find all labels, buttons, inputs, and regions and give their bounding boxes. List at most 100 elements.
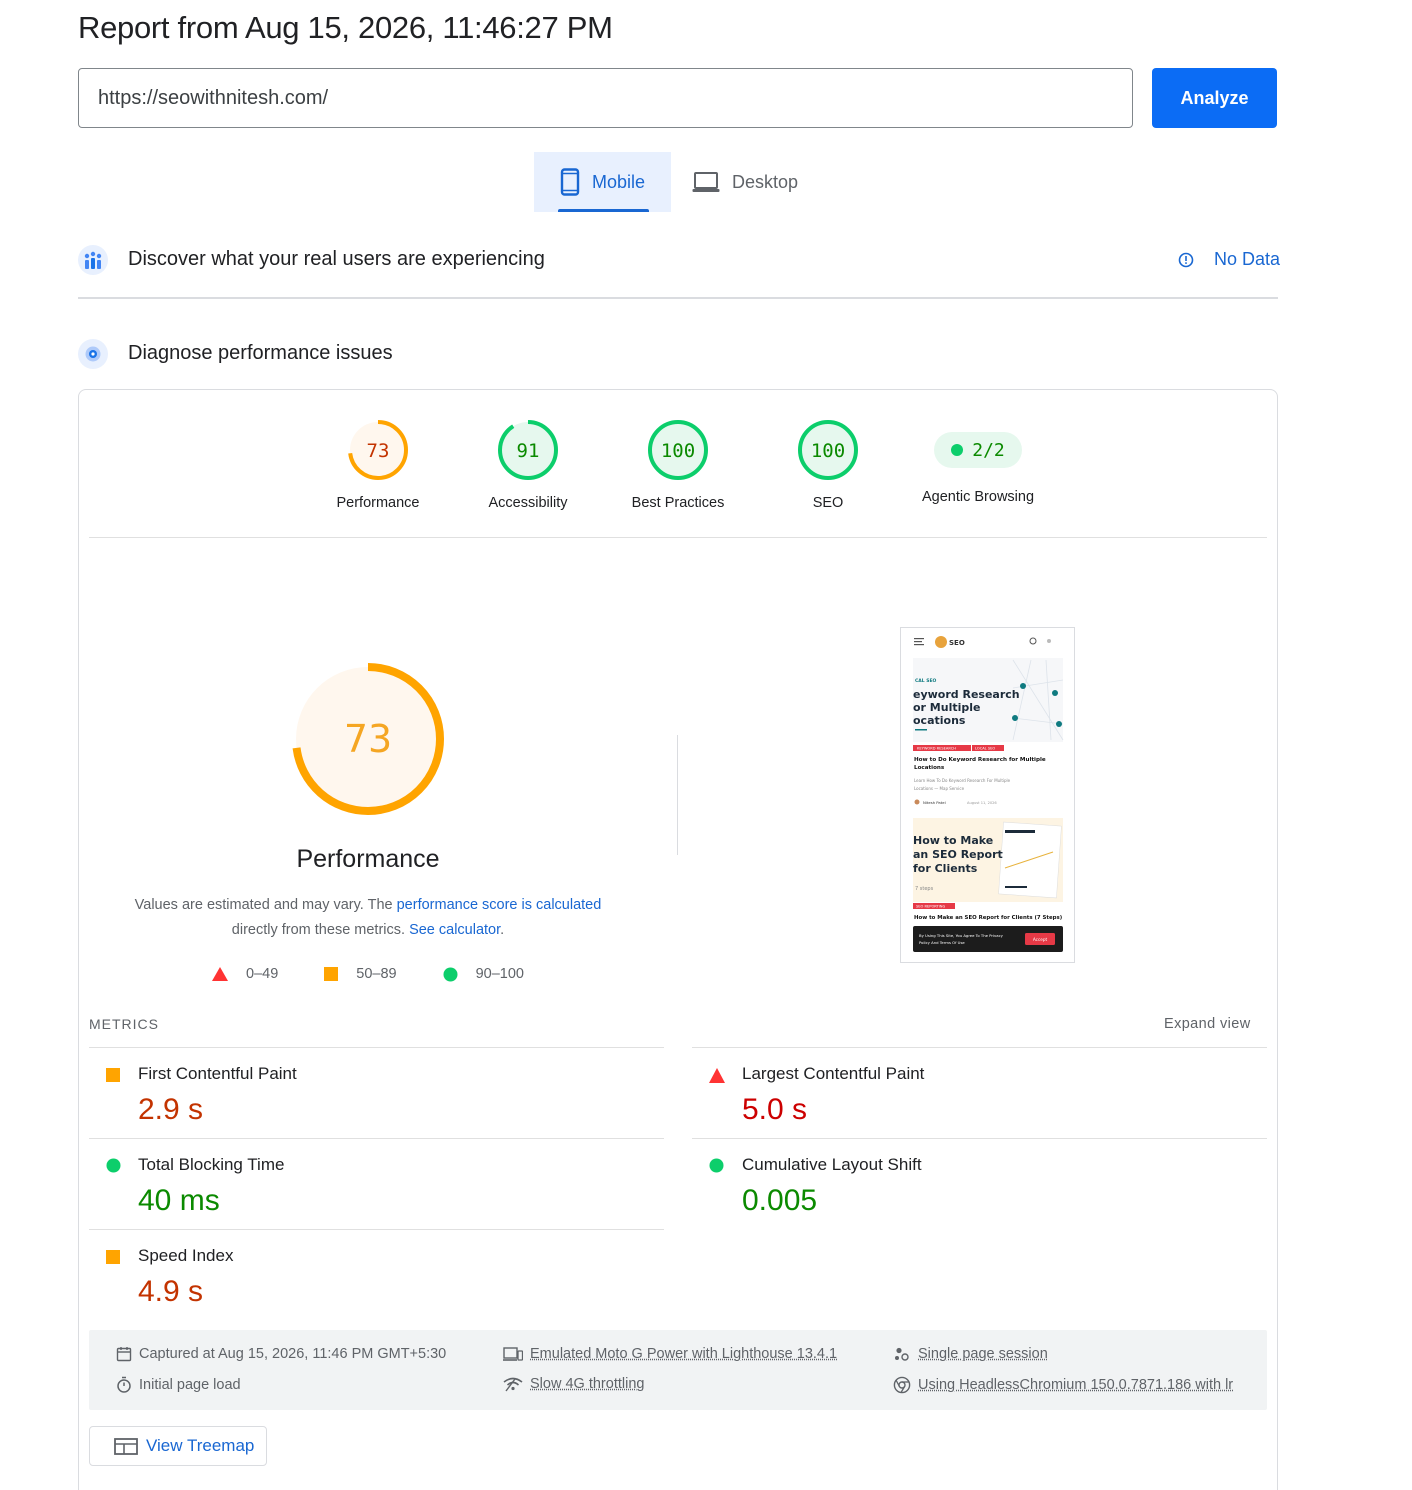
metrics-heading: METRICS [89, 1016, 159, 1032]
post1-desc-line1: Learn How To Do Keyword Research For Mul… [914, 778, 1011, 783]
info-session[interactable]: Single page session [893, 1346, 1048, 1362]
expand-view-toggle[interactable]: Expand view [1164, 1016, 1251, 1032]
legend-pass: 90–100 [443, 966, 524, 982]
hero2-line1: How to Make [913, 834, 993, 847]
circle-icon [443, 967, 458, 981]
agentic-score: 2/2 [972, 439, 1005, 461]
timer-icon [117, 1376, 131, 1393]
desc-text-2: directly from these metrics. [231, 922, 410, 938]
crux-icon [78, 245, 108, 275]
section-divider [78, 297, 1278, 299]
best-practices-gauge: 100 [648, 420, 708, 480]
load-text: Initial page load [139, 1376, 241, 1393]
post1-tag-a: KEYWORD RESEARCH [917, 747, 956, 751]
post1-tag-b: LOCAL SEO [975, 747, 995, 751]
tab-mobile[interactable]: Mobile [534, 152, 671, 212]
square-icon [106, 1250, 120, 1264]
hero1-line3: ocations [913, 714, 966, 727]
chrome-icon [893, 1376, 911, 1394]
best-practices-label: Best Practices [631, 495, 725, 511]
view-treemap-label: View Treemap [146, 1436, 255, 1455]
metric-value: 0.005 [742, 1184, 818, 1217]
metric-value: 4.9 s [138, 1275, 204, 1308]
post2-title: How to Make an SEO Report for Clients (7… [914, 915, 1062, 921]
post1-date: August 11, 2026 [967, 801, 997, 805]
category-performance[interactable]: 73 Performance [303, 418, 453, 511]
accessibility-gauge: 91 [498, 420, 558, 480]
metric-value: 40 ms [138, 1184, 220, 1217]
devices-icon [503, 1347, 523, 1361]
cookie-text-line1: By Using This Site, You Agree To The Pri… [919, 933, 1004, 938]
info-throttling[interactable]: Slow 4G throttling [503, 1376, 644, 1392]
hero1-line2: or Multiple [913, 701, 981, 714]
info-device[interactable]: Emulated Moto G Power with Lighthouse 13… [503, 1346, 837, 1362]
info-browser[interactable]: Using HeadlessChromium 150.0.7871.186 wi… [893, 1376, 1243, 1394]
desc-text-3: . [500, 922, 505, 938]
site-logo-icon [935, 636, 947, 648]
analyze-button[interactable]: Analyze [1152, 68, 1277, 128]
legend-fail: 0–49 [212, 966, 278, 982]
hero1-line1: eyword Research [913, 688, 1020, 701]
score-legend: 0–49 50–89 90–100 [212, 966, 570, 982]
accessibility-score: 91 [517, 440, 540, 462]
metric-name: Total Blocking Time [138, 1155, 285, 1174]
triangle-icon [709, 1068, 725, 1083]
category-agentic-browsing[interactable]: 2/2 Agentic Browsing [903, 418, 1053, 505]
post1-author: Nitesh Patel [923, 800, 946, 805]
post2-tag: SEO REPORTING [916, 905, 945, 909]
metric-cls: Cumulative Layout Shift 0.005 [692, 1138, 1267, 1229]
category-seo[interactable]: 100 SEO [753, 418, 903, 511]
see-calculator-link[interactable]: See calculator [409, 922, 500, 938]
final-screenshot[interactable]: SEO CAL SEO eyword Research or Multiple … [900, 627, 1075, 963]
report-title: Report from Aug 15, 2026, 11:46:27 PM [78, 10, 613, 45]
category-accessibility[interactable]: 91 Accessibility [453, 418, 603, 511]
wifi-icon [503, 1377, 523, 1392]
metric-name: Cumulative Layout Shift [742, 1155, 922, 1174]
seo-label: SEO [812, 495, 844, 511]
circle-icon [106, 1158, 121, 1173]
agentic-label: Agentic Browsing [921, 489, 1035, 505]
info-captured: Captured at Aug 15, 2026, 11:46 PM GMT+5… [116, 1346, 446, 1362]
metric-lcp: Largest Contentful Paint 5.0 s [692, 1047, 1267, 1138]
info-icon [1178, 252, 1194, 267]
site-logo-text: SEO [949, 639, 965, 647]
url-input[interactable] [78, 68, 1133, 128]
performance-main-score: 73 [344, 717, 392, 761]
hero2-line3: for Clients [913, 862, 978, 875]
view-treemap-button[interactable]: View Treemap [89, 1426, 267, 1466]
metric-value: 5.0 s [742, 1093, 808, 1126]
tab-desktop[interactable]: Desktop [692, 152, 832, 212]
lab-data-title: Diagnose performance issues [128, 342, 393, 364]
performance-main-title: Performance [296, 845, 440, 873]
score-calculated-link[interactable]: performance score is calculated [397, 897, 602, 913]
post1-desc-line2: Locations — Map Service [914, 786, 965, 791]
throttling-text: Slow 4G throttling [530, 1376, 645, 1392]
no-data-link[interactable]: No Data [1178, 249, 1280, 270]
captured-text: Captured at Aug 15, 2026, 11:46 PM GMT+5… [139, 1346, 447, 1362]
triangle-icon [212, 967, 228, 981]
performance-label: Performance [336, 495, 420, 511]
performance-description: Values are estimated and may vary. The p… [110, 893, 626, 943]
metric-tbt: Total Blocking Time 40 ms [89, 1138, 664, 1229]
category-best-practices[interactable]: 100 Best Practices [603, 418, 753, 511]
browser-text: Using HeadlessChromium 150.0.7871.186 wi… [918, 1377, 1234, 1393]
hero1-badge: CAL SEO [915, 678, 937, 684]
best-practices-score: 100 [661, 440, 695, 462]
legend-fail-range: 0–49 [246, 966, 279, 982]
device-text: Emulated Moto G Power with Lighthouse 13… [530, 1346, 838, 1362]
accessibility-label: Accessibility [488, 495, 568, 511]
agentic-badge: 2/2 [934, 432, 1022, 468]
scores-divider [89, 537, 1267, 538]
metric-si: Speed Index 4.9 s [89, 1229, 664, 1320]
tab-active-indicator [558, 209, 649, 212]
metric-fcp: First Contentful Paint 2.9 s [89, 1047, 664, 1138]
circle-icon [709, 1158, 724, 1173]
pass-dot-icon [951, 444, 964, 456]
laptop-icon [692, 172, 720, 192]
performance-score: 73 [367, 440, 390, 462]
field-data-title: Discover what your real users are experi… [128, 248, 545, 270]
performance-gauge: 73 [348, 420, 408, 480]
session-text: Single page session [918, 1346, 1048, 1362]
toggle-icon [1047, 639, 1051, 643]
post1-title-line2: Locations [914, 765, 945, 771]
